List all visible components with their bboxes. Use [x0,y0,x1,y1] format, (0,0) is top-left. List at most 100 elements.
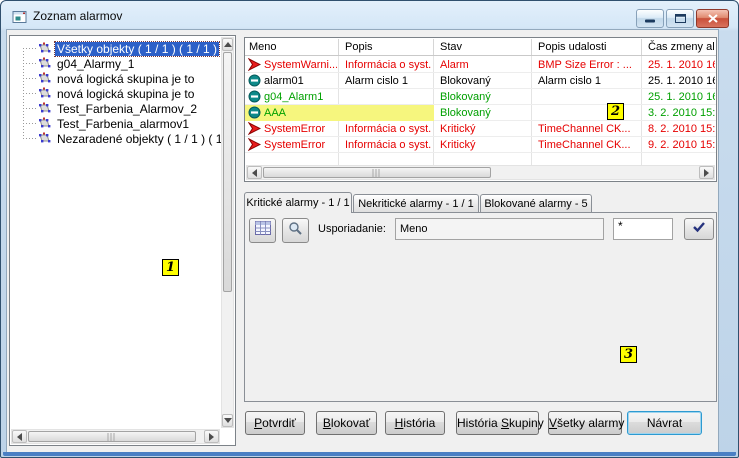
column-header-popis[interactable]: Popis [345,38,430,56]
tab-label: Kritické alarmy - 1 / 1 [246,197,349,209]
tab-kriticke-alarmy[interactable]: Kritické alarmy - 1 / 1 [244,192,352,213]
cell-meno: SystemError [264,137,337,153]
apply-filter-button[interactable] [684,218,714,240]
cell-stav: Blokovaný [440,89,529,105]
filter-field[interactable]: * [613,218,673,240]
sort-order-field[interactable]: Meno [395,218,604,240]
cell-popis-udalosti: Alarm cislo 1 [538,73,639,89]
window-controls [636,9,729,28]
tab-blokovane-alarmy[interactable]: Blokované alarmy - 5 [480,194,592,212]
grid-view-button[interactable] [249,218,276,243]
tree-connector [23,93,36,94]
thumb-grip [108,433,117,441]
vsetky-alarmy-button[interactable]: Všetky alarmy [548,411,622,435]
alarm-table-horizontal-scrollbar[interactable] [246,165,715,180]
arrow-down-icon [224,418,232,423]
scroll-up-button[interactable] [222,38,233,51]
tree-item-nova-logicka-skupina-2[interactable]: nová logická skupina je to [23,86,196,101]
annotation-marker-2: 2 [607,103,624,120]
scroll-left-button[interactable] [12,430,27,443]
tree-item-vsetky-objekty[interactable]: Všetky objekty ( 1 / 1 ) ( 1 / 1 ) [23,41,219,56]
cell-meno: g04_Alarm1 [264,89,337,105]
tree-connector [23,63,36,64]
alarm-row[interactable]: alarm01 Alarm cislo 1 Blokovaný Alarm ci… [245,73,716,89]
alarm-row[interactable]: SystemError Informácia o syst... Kritick… [245,137,716,153]
sort-value: Meno [400,223,428,235]
group-objects-icon [36,72,52,85]
alarm-row-highlighted[interactable]: AAA Blokovaný 3. 2. 2010 15:21 [245,105,716,121]
maximize-button[interactable] [666,9,694,28]
potvrdit-button[interactable]: Potvrdiť [245,411,305,435]
cell-meno: SystemError [264,121,337,137]
alarm-row[interactable]: SystemWarni... Informácia o syst... Alar… [245,57,716,73]
group-tree-panel: Všetky objekty ( 1 / 1 ) ( 1 / 1 ) g04_A… [9,35,236,446]
scrollbar-thumb[interactable] [263,167,491,178]
blocked-icon [248,90,261,103]
tree-horizontal-scrollbar[interactable] [11,429,220,444]
cell-meno: SystemWarni... [264,57,337,73]
cell-cas-zmeny: 25. 1. 2010 16:0 [648,57,715,73]
cell-popis: Informácia o syst... [345,137,431,153]
minimize-button[interactable] [636,9,664,28]
tree-item-label: g04_Alarmy_1 [55,57,136,71]
close-button[interactable] [696,9,729,28]
tree-item-nezaradene-objekty[interactable]: Nezaradené objekty ( 1 / 1 ) ( 1 / [23,131,231,146]
tree-connector [23,48,36,49]
alarm-row[interactable]: g04_Alarm1 Blokovaný 25. 1. 2010 16:0 [245,89,716,105]
thumb-grip [373,169,382,177]
tree-vertical-scrollbar[interactable] [221,37,234,428]
tree-item-nova-logicka-skupina-1[interactable]: nová logická skupina je to [23,71,196,86]
group-objects-icon [36,102,52,115]
alarm-table-header: Meno Popis Stav Popis udalosti Čas zmeny… [245,38,716,56]
tree-item-test-farbenia-alarmov1[interactable]: Test_Farbenia_alarmov1 [23,116,191,131]
tree-item-label: Test_Farbenia_Alarmov_2 [55,102,199,116]
navrat-button[interactable]: Návrat [627,411,702,435]
historia-button[interactable]: História [385,411,445,435]
tree-connector [23,138,36,139]
tree-item-test-farbenia-alarmov-2[interactable]: Test_Farbenia_Alarmov_2 [23,101,199,116]
arrow-left-icon [17,433,22,441]
grid-icon [255,221,271,240]
column-header-cas-zmeny[interactable]: Čas zmeny alarm [648,38,714,56]
divider [531,39,532,55]
arrow-right-icon [704,169,709,177]
cell-popis [345,89,431,105]
search-icon [288,221,303,241]
tab-label: Blokované alarmy - 5 [484,198,587,210]
tree-item-label: nová logická skupina je to [55,87,196,101]
titlebar[interactable]: Zoznam alarmov [1,1,738,29]
tab-label: Nekritické alarmy - 1 / 1 [358,198,474,210]
column-header-stav[interactable]: Stav [440,38,528,56]
scroll-down-button[interactable] [222,414,233,427]
alarm-row[interactable]: SystemError Informácia o syst... Kritick… [245,121,716,137]
scroll-right-button[interactable] [204,430,219,443]
cell-stav: Kritický [440,121,529,137]
alarm-table: Meno Popis Stav Popis udalosti Čas zmeny… [244,37,717,182]
column-header-meno[interactable]: Meno [249,38,335,56]
alarm-icon [248,138,261,151]
scroll-left-button[interactable] [247,166,262,179]
blokovat-button[interactable]: Blokovať [316,411,377,435]
scroll-right-button[interactable] [699,166,714,179]
scrollbar-thumb[interactable] [223,52,232,292]
arrow-right-icon [209,433,214,441]
cell-popis: Informácia o syst... [345,121,431,137]
search-button[interactable] [282,218,309,243]
cell-popis-udalosti: TimeChannel CK... [538,137,639,153]
minimize-icon [645,10,655,28]
scrollbar-thumb[interactable] [28,431,196,442]
sort-label: Usporiadanie: [318,223,386,235]
annotation-marker-3: 3 [620,346,637,363]
group-objects-icon [36,117,52,130]
group-objects-icon [36,87,52,100]
maximize-icon [675,10,686,28]
cell-cas-zmeny: 8. 2. 2010 15:00 [648,121,715,137]
historia-skupiny-button[interactable]: História Skupiny [456,411,539,435]
divider [338,39,339,55]
tab-nekriticke-alarmy[interactable]: Nekritické alarmy - 1 / 1 [353,194,479,212]
column-header-popis-udalosti[interactable]: Popis udalosti [538,38,638,56]
app-icon [12,9,28,25]
arrow-left-icon [252,169,257,177]
group-objects-icon [36,42,52,55]
tree-item-g04-alarmy-1[interactable]: g04_Alarmy_1 [23,56,136,71]
